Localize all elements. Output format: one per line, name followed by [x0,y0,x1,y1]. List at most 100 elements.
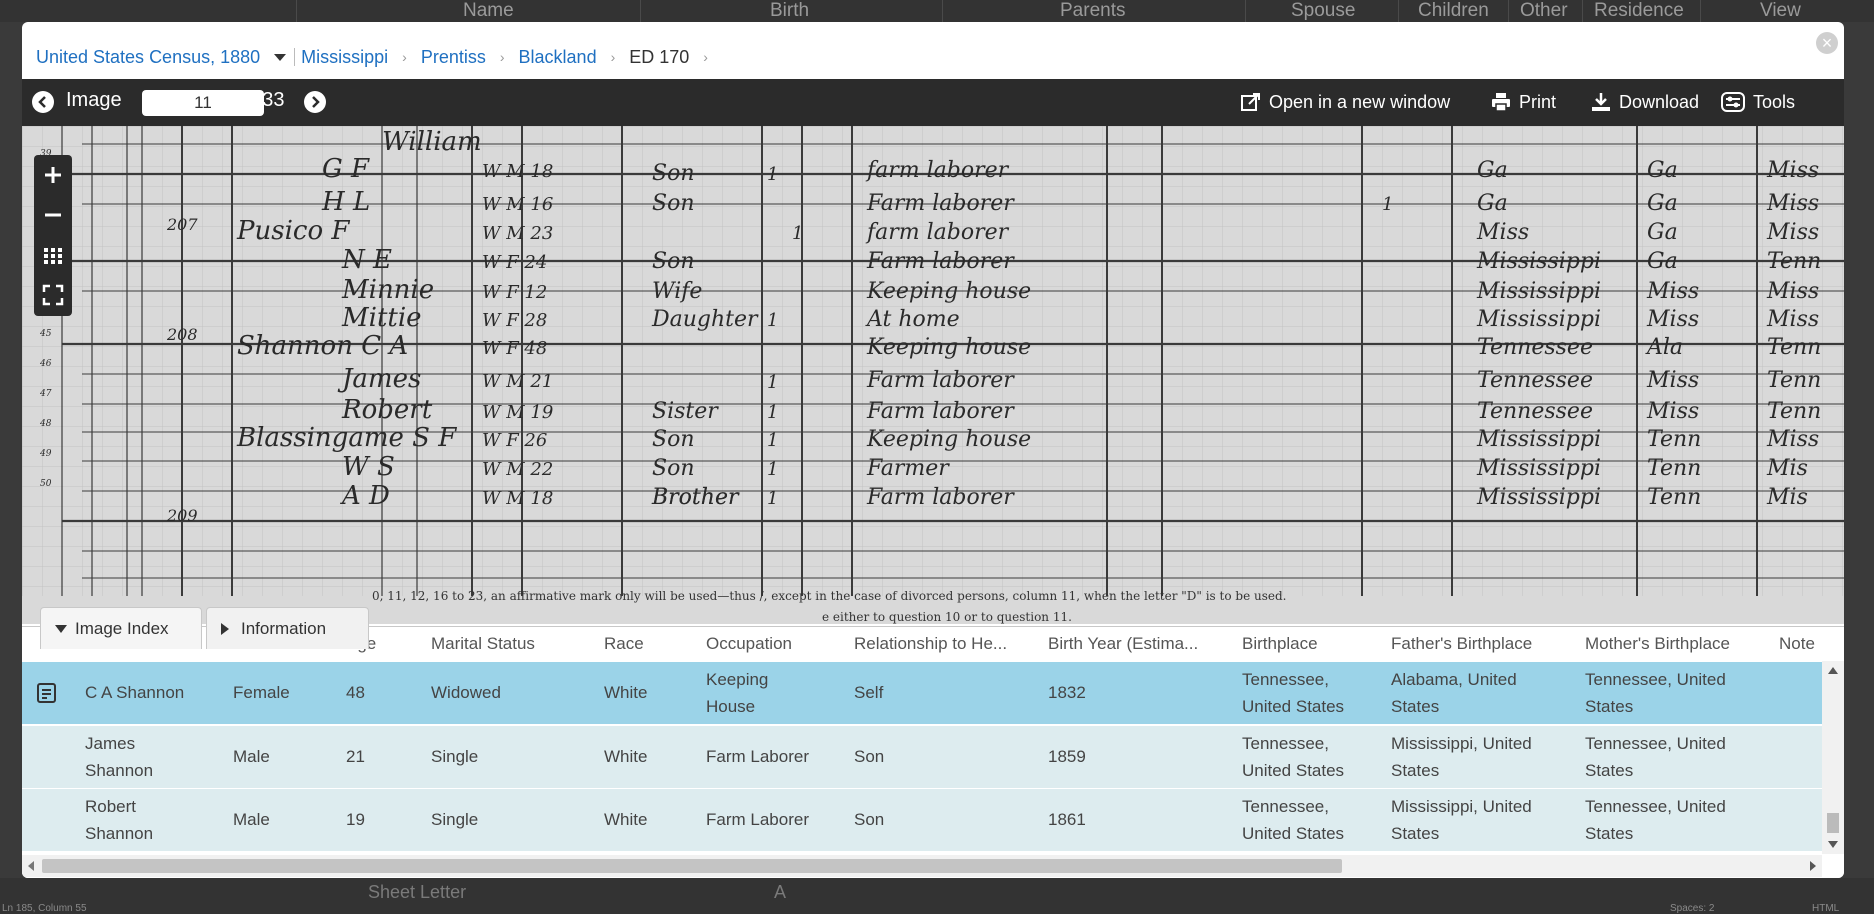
zoom-out-button[interactable] [34,195,72,235]
vertical-scrollbar[interactable] [1822,661,1844,854]
cell-birthplace-line1: Tennessee, [1242,734,1329,753]
cell-fathers-birthplace: Mississippi, United States [1391,793,1532,847]
cell-race: White [604,810,648,829]
census-mother-birthplace: Miss [1766,191,1819,216]
scroll-down-arrow-icon[interactable] [1828,841,1838,848]
census-birthplace: Ga [1477,191,1508,216]
census-occupation: Keeping house [866,335,1031,360]
census-tally-mark: 1 [767,459,778,480]
census-mother-birthplace: Miss [1766,279,1819,304]
table-row[interactable]: James Shannon Male 21 Single White Farm L… [22,726,1822,788]
thumbnail-grid-button[interactable] [34,235,72,275]
census-mother-birthplace: Mis [1766,485,1808,510]
record-details-icon[interactable] [36,682,58,704]
cell-name: Robert Shannon [85,793,153,847]
cell-mothers-birthplace-line2: States [1585,697,1634,716]
census-image-viewer[interactable]: 394041424344454647484950207208209William… [22,126,1844,624]
col-header-marital-status[interactable]: Marital Status [431,634,535,654]
cell-mothers-birthplace-line2: States [1585,824,1634,843]
census-occupation: farm laborer [865,220,1010,245]
chevron-down-icon[interactable] [274,53,287,61]
census-mother-birthplace: Miss [1766,220,1819,245]
fullscreen-button[interactable] [34,275,72,315]
tools-label: Tools [1753,91,1796,112]
census-father-birthplace: Ga [1647,220,1678,245]
census-relation: Wife [652,279,702,304]
census-footer-instructions: 0, 11, 12, 16 to 23, an affirmative mark… [372,589,1286,603]
census-line-number: 45 [39,329,52,339]
table-row[interactable]: C A Shannon Female 48 Widowed White Keep… [22,662,1822,724]
print-button[interactable]: Print [1490,91,1556,113]
census-relation: Son [652,249,695,274]
zoom-in-button[interactable] [34,155,72,195]
table-row[interactable]: Robert Shannon Male 19 Single White Farm … [22,789,1822,851]
breadcrumb: United States Census, 1880 Mississippi ›… [36,44,722,70]
cell-birthplace-line1: Tennessee, [1242,797,1329,816]
bg-col-view: View [1760,0,1801,21]
open-new-window-button[interactable]: Open in a new window [1240,91,1450,113]
cell-relationship: Son [854,810,885,829]
census-birthplace: Mississippi [1476,307,1601,332]
chevron-right-icon[interactable]: › [703,49,708,65]
download-label: Download [1619,91,1700,112]
cell-fathers-birthplace: Alabama, United States [1391,666,1517,720]
tools-sliders-icon [1721,92,1745,112]
cell-birthplace: Tennessee, United States [1242,730,1344,784]
cell-race: White [604,683,648,702]
next-image-button[interactable] [304,91,326,113]
fullscreen-icon [42,284,64,306]
census-color-sex-age: W M 18 [482,488,553,509]
scroll-left-arrow-icon[interactable] [28,861,34,871]
vertical-scroll-thumb[interactable] [1827,813,1839,833]
census-tally-mark: 1 [767,372,778,393]
breadcrumb-place[interactable]: Blackland [519,47,597,68]
census-color-sex-age: W M 16 [482,194,553,215]
scroll-up-arrow-icon[interactable] [1828,667,1838,674]
census-footer-instructions-2: e either to question 10 or to question 1… [822,610,1072,624]
col-header-race[interactable]: Race [604,634,644,654]
cell-birthplace-line2: United States [1242,824,1345,843]
col-header-occupation[interactable]: Occupation [706,634,792,654]
census-mother-birthplace: Tenn [1767,399,1821,424]
census-name: William [382,127,482,157]
previous-image-button[interactable] [32,91,54,113]
census-name: Shannon C A [237,331,408,361]
breadcrumb-county[interactable]: Prentiss [421,47,486,68]
tab-information[interactable]: Information [206,607,369,649]
scroll-right-arrow-icon[interactable] [1810,861,1816,871]
download-button[interactable]: Download [1590,91,1699,113]
col-header-relationship[interactable]: Relationship to He... [854,634,1034,654]
bg-col-children: Children [1418,0,1489,21]
col-header-birthplace[interactable]: Birthplace [1242,634,1318,654]
breadcrumb-state[interactable]: Mississippi [301,47,388,68]
census-relation: Son [652,191,695,216]
col-header-note[interactable]: Note [1779,634,1815,654]
close-icon[interactable]: × [1816,32,1838,54]
cell-occupation: Keeping House [706,666,768,720]
tools-button[interactable]: Tools [1720,91,1795,113]
census-page-image[interactable]: 394041424344454647484950207208209William… [22,126,1844,624]
col-header-fathers-birthplace[interactable]: Father's Birthplace [1391,634,1532,654]
tab-image-index[interactable]: Image Index [40,607,202,649]
col-header-mothers-birthplace[interactable]: Mother's Birthplace [1585,634,1730,654]
census-name: N E [341,245,392,275]
census-name: Pusico F [236,216,350,246]
census-color-sex-age: W F 26 [482,430,547,451]
horizontal-scroll-thumb[interactable] [42,859,1342,873]
census-birthplace: Mississippi [1476,427,1601,452]
bg-sheet-letter-value: A [774,882,787,902]
census-father-birthplace: Tenn [1647,427,1701,452]
census-tally-mark: 1 [767,430,778,451]
cell-mothers-birthplace-line2: States [1585,761,1634,780]
census-relation: Brother [651,485,740,510]
census-line-number: 50 [40,479,52,489]
census-tally-mark: 1 [767,402,778,423]
cell-age: 19 [346,810,365,829]
breadcrumb-collection[interactable]: United States Census, 1880 [36,47,260,68]
cell-relationship: Self [854,683,884,702]
cell-name-line1: James [85,734,136,753]
horizontal-scrollbar[interactable] [22,855,1822,877]
open-in-new-window-icon [1241,93,1260,111]
col-header-birth-year[interactable]: Birth Year (Estima... [1048,634,1228,654]
cell-marital-status: Single [431,810,479,829]
